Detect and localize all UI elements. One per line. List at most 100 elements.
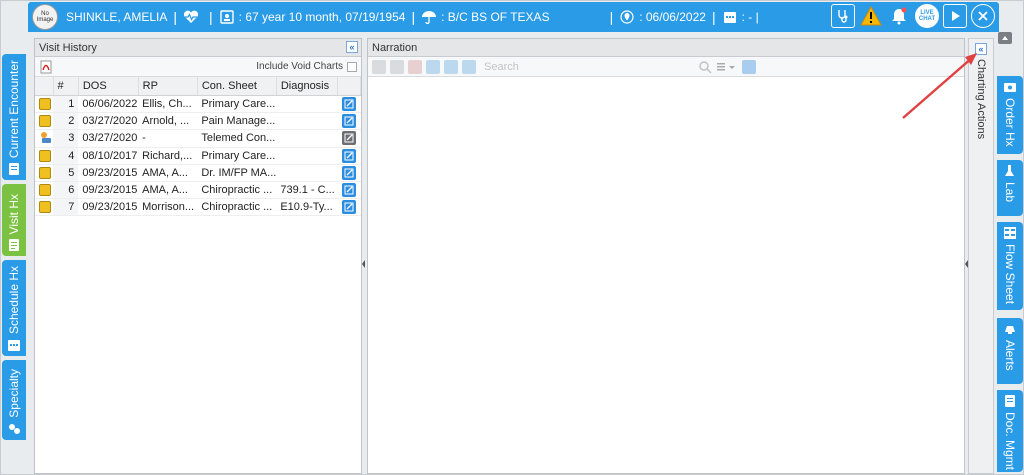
tab-doc-mgmt[interactable]: Doc. Mgmt [997, 390, 1023, 472]
row-diagnosis [276, 164, 338, 182]
tab-order-hx[interactable]: Order Hx [997, 76, 1023, 154]
heart-pulse-icon[interactable] [183, 9, 199, 25]
edit-icon[interactable] [341, 148, 356, 163]
table-row[interactable]: 2 03/27/2020 Arnold, ... Pain Manage... [35, 112, 361, 130]
fax-icon[interactable] [390, 59, 404, 74]
include-void-checkbox[interactable] [347, 62, 357, 72]
tab-schedule-hx[interactable]: Schedule Hx [2, 260, 26, 356]
image-icon[interactable] [462, 59, 476, 74]
column-header-con-sheet[interactable]: Con. Sheet [197, 77, 277, 96]
specialty-icon [9, 424, 20, 434]
chart-status-icon [39, 149, 51, 162]
edit-icon[interactable] [341, 131, 356, 145]
close-icon [978, 11, 988, 21]
tab-current-encounter[interactable]: Current Encounter [2, 54, 26, 180]
schedule-icon [8, 340, 20, 351]
tab-lab[interactable]: Lab [997, 160, 1023, 216]
copy-icon[interactable] [444, 59, 458, 74]
row-actions [337, 147, 361, 165]
table-row[interactable]: 1 06/06/2022 Ellis, Ch... Primary Care... [35, 95, 361, 113]
column-header-rp[interactable]: RP [138, 77, 198, 96]
tab-label: Lab [1003, 182, 1017, 203]
row-diagnosis [276, 129, 338, 148]
close-button[interactable] [971, 4, 995, 28]
tab-label: Visit Hx [7, 193, 21, 234]
collapse-visit-history-button[interactable]: « [346, 41, 358, 53]
row-diagnosis [276, 95, 338, 113]
chart-status-icon [39, 166, 51, 179]
chart-status-icon [39, 97, 51, 110]
pdf-icon[interactable] [408, 59, 422, 74]
list-dropdown-icon[interactable] [716, 60, 735, 74]
row-con-sheet: Primary Care... [197, 95, 277, 113]
tab-specialty[interactable]: Specialty [2, 360, 26, 440]
tab-visit-hx[interactable]: Visit Hx [2, 184, 26, 256]
table-row[interactable]: 7 09/23/2015 Morrison... Chiropractic ... E1… [35, 198, 361, 216]
chart-status-icon [39, 183, 51, 196]
table-row[interactable]: 6 09/23/2015 AMA, A... Chiropractic ... 739.… [35, 181, 361, 199]
row-icon-cell [35, 181, 53, 199]
tab-flow-sheet[interactable]: Flow Sheet [997, 222, 1023, 310]
row-dos: 08/10/2017 [78, 147, 139, 165]
avatar-text: Image [36, 17, 54, 23]
narration-search-input[interactable]: Search [484, 61, 594, 73]
table-row[interactable]: 3 03/27/2020- Telemed Con... [35, 129, 361, 148]
row-icon-cell [35, 95, 53, 113]
row-rp: Arnold, ... [138, 112, 198, 130]
warning-button[interactable] [859, 4, 883, 28]
panel-splitter[interactable] [362, 38, 366, 474]
microscope-icon [1005, 165, 1014, 176]
umbrella-icon [421, 9, 437, 25]
row-number: 1 [53, 95, 79, 113]
panel-title: Visit History [39, 41, 97, 54]
row-dos: 03/27/2020 [78, 112, 139, 130]
row-actions [337, 198, 361, 216]
edit-icon[interactable] [341, 165, 356, 180]
column-header-dos[interactable]: DOS [78, 77, 139, 96]
id-card-icon [219, 9, 235, 25]
table-row[interactable]: 4 08/10/2017 Richard,... Primary Care... [35, 147, 361, 165]
stethoscope-button[interactable] [831, 4, 855, 28]
alerts-icon [1005, 326, 1015, 334]
live-chat-button[interactable]: LIVE CHAT [915, 4, 939, 28]
edit-icon[interactable] [341, 199, 356, 214]
print-icon[interactable] [372, 59, 386, 74]
edit-icon[interactable] [742, 59, 756, 74]
column-header-diagnosis[interactable]: Diagnosis [276, 77, 339, 96]
notification-button[interactable] [887, 4, 911, 28]
tab-label: Schedule Hx [7, 265, 21, 334]
row-con-sheet: Telemed Con... [197, 129, 277, 148]
pdf-icon[interactable] [39, 60, 53, 74]
column-header-actions [337, 77, 361, 96]
calendar-icon [722, 9, 738, 25]
tab-alerts[interactable]: Alerts [997, 318, 1023, 384]
insurance: : B/C BS OF TEXAS [441, 10, 550, 24]
visit-history-panel: Visit History « Include Void Charts # DO… [34, 38, 362, 474]
row-number: 2 [53, 112, 79, 130]
row-diagnosis [276, 112, 338, 130]
narration-panel: Narration Search [367, 38, 965, 474]
tab-label: Flow Sheet [1003, 244, 1017, 305]
row-rp: Ellis, Ch... [138, 95, 198, 113]
table-row[interactable]: 5 09/23/2015 AMA, A... Dr. IM/FP MA... [35, 164, 361, 182]
row-diagnosis: E10.9-Ty... [276, 198, 338, 216]
header-actions: LIVE CHAT [831, 4, 995, 28]
document-icon [1005, 395, 1015, 407]
edit-icon[interactable] [341, 182, 356, 197]
edit-icon[interactable] [341, 96, 356, 111]
column-header-number[interactable]: # [53, 77, 79, 96]
annotation-arrow [902, 53, 977, 119]
scroll-up-button[interactable] [998, 32, 1012, 44]
row-number: 7 [53, 198, 79, 216]
narration-title-bar: Narration [368, 39, 964, 57]
play-button[interactable] [943, 4, 967, 28]
row-icon-cell [35, 129, 53, 148]
edit-icon[interactable] [341, 113, 356, 128]
row-actions [337, 112, 361, 130]
save-icon[interactable] [426, 59, 440, 74]
row-diagnosis [276, 147, 338, 165]
patient-name[interactable]: SHINKLE, AMELIA [66, 10, 167, 24]
search-icon[interactable] [698, 60, 712, 74]
row-actions [337, 181, 361, 199]
visit-history-table: # DOS RP Con. Sheet Diagnosis 1 06/06/202… [35, 77, 361, 216]
